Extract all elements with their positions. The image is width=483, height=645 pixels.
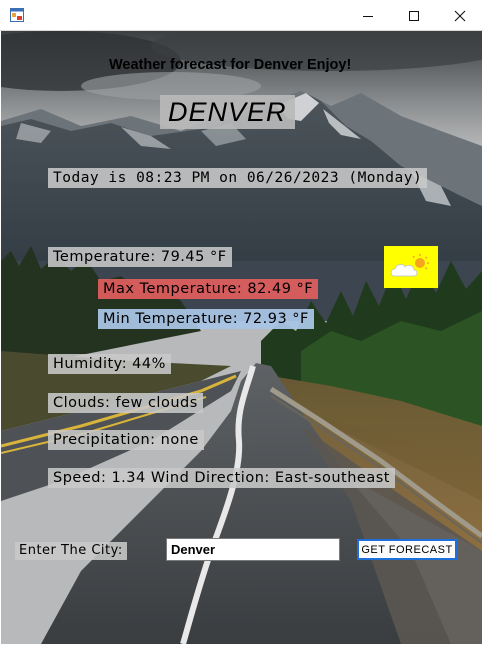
temperature-label: Temperature: 79.45 °F	[48, 247, 232, 267]
title-bar	[0, 0, 483, 31]
minimize-icon	[363, 15, 373, 17]
close-icon	[454, 10, 466, 21]
city-title: DENVER	[160, 95, 295, 129]
maximize-button[interactable]	[391, 0, 437, 31]
partly-cloudy-icon	[390, 254, 429, 277]
max-temperature-label: Max Temperature: 82.49 °F	[98, 279, 319, 299]
form-icon	[10, 8, 24, 22]
get-forecast-button[interactable]: GET FORECAST	[357, 539, 457, 560]
maximize-icon	[409, 10, 419, 21]
wind-label: Speed: 1.34 Wind Direction: East-southea…	[48, 468, 395, 488]
weather-icon-box	[384, 246, 438, 288]
precipitation-label: Precipitation: none	[48, 430, 204, 450]
clouds-label: Clouds: few clouds	[48, 393, 203, 413]
enter-city-label: Enter The City:	[15, 542, 127, 560]
min-temperature-label: Min Temperature: 72.93 °F	[98, 309, 314, 329]
date-time-label: Today is 08:23 PM on 06/26/2023 (Monday)	[48, 168, 428, 188]
header-text: Weather forecast for Denver Enjoy!	[109, 57, 352, 73]
form-client-area: Weather forecast for Denver Enjoy! DENVE…	[1, 31, 482, 644]
close-button[interactable]	[437, 0, 483, 31]
city-input[interactable]	[166, 538, 340, 561]
minimize-button[interactable]	[345, 0, 391, 31]
humidity-label: Humidity: 44%	[48, 354, 171, 374]
